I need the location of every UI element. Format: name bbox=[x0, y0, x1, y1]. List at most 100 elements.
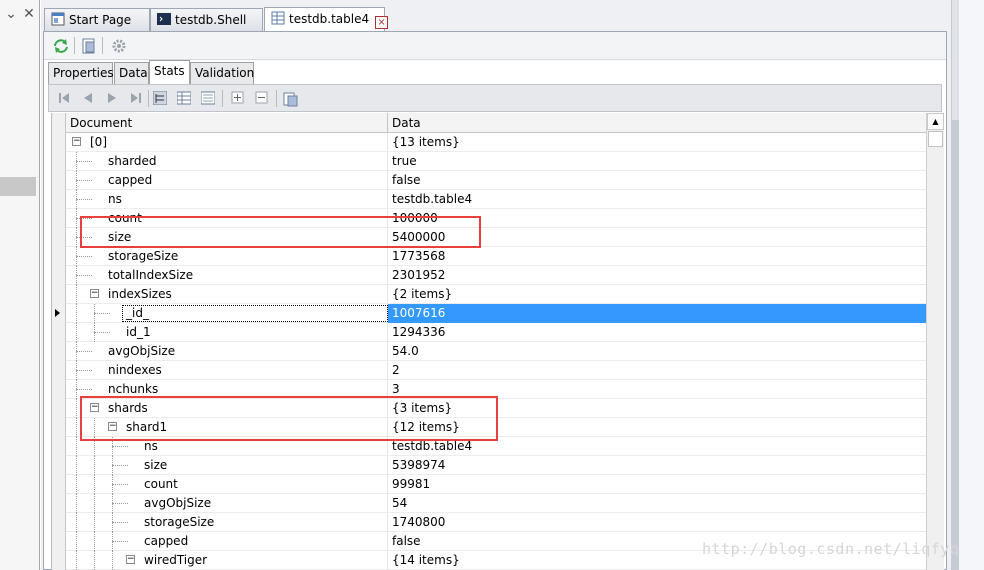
tab-data[interactable]: Data bbox=[114, 62, 149, 84]
collapse-icon[interactable]: − bbox=[126, 555, 135, 564]
grid-toolbar bbox=[48, 84, 942, 112]
row-key: size bbox=[144, 458, 168, 472]
row-key: totalIndexSize bbox=[108, 268, 194, 282]
refresh-icon[interactable] bbox=[52, 37, 70, 55]
data-cell[interactable]: 2 bbox=[388, 361, 926, 380]
settings-gear-icon[interactable] bbox=[110, 37, 128, 55]
window-scroll-thumb[interactable] bbox=[951, 120, 959, 570]
data-cell[interactable]: true bbox=[388, 152, 926, 171]
row-key: sharded bbox=[108, 154, 157, 168]
expand-all-icon[interactable] bbox=[231, 91, 245, 105]
grid-row[interactable]: count 99981 bbox=[66, 475, 926, 494]
grid-row[interactable]: − indexSizes {2 items} bbox=[66, 285, 926, 304]
document-cell[interactable]: capped bbox=[66, 532, 388, 551]
document-cell[interactable]: capped bbox=[66, 171, 388, 190]
scroll-up-arrow-icon[interactable]: ▲ bbox=[927, 113, 944, 130]
next-record-icon[interactable] bbox=[105, 91, 119, 105]
data-cell[interactable]: 54.0 bbox=[388, 342, 926, 361]
grid-row[interactable]: storageSize 1773568 bbox=[66, 247, 926, 266]
close-tab-icon[interactable]: × bbox=[375, 16, 389, 29]
row-key: storageSize bbox=[144, 515, 215, 529]
document-cell[interactable]: storageSize bbox=[66, 513, 388, 532]
grid-row[interactable]: − [0] {13 items} bbox=[66, 133, 926, 152]
document-cell[interactable]: totalIndexSize bbox=[66, 266, 388, 285]
left-panel-selected-item[interactable] bbox=[0, 177, 36, 196]
tab-stats[interactable]: Stats bbox=[149, 60, 190, 84]
data-cell[interactable]: testdb.table4 bbox=[388, 190, 926, 209]
shell-icon bbox=[157, 12, 171, 26]
table-view: Properties Data Stats Validation Documen… bbox=[43, 31, 947, 570]
data-cell[interactable]: 1007616 bbox=[388, 304, 926, 323]
grid-row[interactable]: nindexes 2 bbox=[66, 361, 926, 380]
row-key: avgObjSize bbox=[144, 496, 212, 510]
document-cell[interactable]: − wiredTiger bbox=[66, 551, 388, 570]
grid-row[interactable]: avgObjSize 54.0 bbox=[66, 342, 926, 361]
export-grid-icon[interactable] bbox=[283, 91, 298, 107]
grid-row[interactable]: _id_ 1007616 bbox=[66, 304, 926, 323]
row-key: nindexes bbox=[108, 363, 162, 377]
collapse-all-icon[interactable] bbox=[255, 91, 269, 105]
document-cell[interactable]: count bbox=[66, 475, 388, 494]
grid-row[interactable]: ns testdb.table4 bbox=[66, 190, 926, 209]
view-toolbar bbox=[44, 32, 946, 60]
first-record-icon[interactable] bbox=[57, 91, 71, 105]
data-cell[interactable]: false bbox=[388, 171, 926, 190]
document-cell[interactable]: id_1 bbox=[66, 323, 388, 342]
column-headers: Document Data bbox=[66, 113, 926, 133]
document-cell[interactable]: sharded bbox=[66, 152, 388, 171]
highlight-box-shards bbox=[80, 396, 498, 441]
start-page-icon bbox=[51, 12, 65, 26]
dropdown-arrow-icon[interactable]: ⌄ bbox=[3, 6, 19, 22]
document-cell[interactable]: _id_ bbox=[66, 304, 388, 323]
document-cell[interactable]: − [0] bbox=[66, 133, 388, 152]
tree-view-icon[interactable] bbox=[152, 90, 168, 106]
grid-row[interactable]: capped false bbox=[66, 171, 926, 190]
export-icon[interactable] bbox=[80, 37, 98, 55]
document-cell[interactable]: storageSize bbox=[66, 247, 388, 266]
document-cell[interactable]: avgObjSize bbox=[66, 342, 388, 361]
data-cell[interactable]: 2301952 bbox=[388, 266, 926, 285]
tab-testdb-shell[interactable]: testdb.Shell bbox=[150, 8, 263, 31]
document-cell[interactable]: size bbox=[66, 456, 388, 475]
data-cell[interactable]: 54 bbox=[388, 494, 926, 513]
document-cell[interactable]: − indexSizes bbox=[66, 285, 388, 304]
column-header-document[interactable]: Document bbox=[66, 113, 388, 133]
scroll-thumb[interactable] bbox=[928, 131, 943, 147]
column-header-data[interactable]: Data bbox=[388, 113, 926, 133]
tab-properties[interactable]: Properties bbox=[48, 62, 114, 84]
collapse-icon[interactable]: − bbox=[72, 137, 81, 146]
watermark: http://blog.csdn.net/liqfyq bbox=[702, 540, 960, 558]
data-cell[interactable]: {13 items} bbox=[388, 133, 926, 152]
vertical-scrollbar[interactable]: ▲ bbox=[926, 113, 944, 570]
data-cell[interactable]: 99981 bbox=[388, 475, 926, 494]
previous-record-icon[interactable] bbox=[81, 91, 95, 105]
app-window: ⌄ ✕ Start Page testdb.Shell testdb.table… bbox=[0, 0, 984, 570]
row-key: nchunks bbox=[108, 382, 159, 396]
tab-testdb-table4[interactable]: testdb.table4 × bbox=[264, 7, 389, 32]
row-key: indexSizes bbox=[108, 287, 172, 301]
grid-row[interactable]: avgObjSize 54 bbox=[66, 494, 926, 513]
grid-row[interactable]: size 5398974 bbox=[66, 456, 926, 475]
table-view-icon[interactable] bbox=[176, 91, 192, 105]
document-cell[interactable]: avgObjSize bbox=[66, 494, 388, 513]
main-area: Start Page testdb.Shell testdb.table4 × bbox=[41, 0, 951, 570]
text-view-icon[interactable] bbox=[200, 91, 216, 105]
row-key: ns bbox=[144, 439, 158, 453]
data-cell[interactable]: 1773568 bbox=[388, 247, 926, 266]
document-cell[interactable]: nindexes bbox=[66, 361, 388, 380]
collapse-icon[interactable]: − bbox=[90, 289, 99, 298]
data-cell[interactable]: {2 items} bbox=[388, 285, 926, 304]
row-key: count bbox=[144, 477, 178, 491]
data-cell[interactable]: 1294336 bbox=[388, 323, 926, 342]
grid-row[interactable]: storageSize 1740800 bbox=[66, 513, 926, 532]
data-cell[interactable]: 5398974 bbox=[388, 456, 926, 475]
grid-row[interactable]: sharded true bbox=[66, 152, 926, 171]
document-cell[interactable]: ns bbox=[66, 190, 388, 209]
close-icon[interactable]: ✕ bbox=[21, 6, 37, 22]
tab-validation[interactable]: Validation bbox=[190, 62, 254, 84]
tab-start-page[interactable]: Start Page bbox=[44, 8, 150, 31]
grid-row[interactable]: id_1 1294336 bbox=[66, 323, 926, 342]
last-record-icon[interactable] bbox=[129, 91, 143, 105]
grid-row[interactable]: totalIndexSize 2301952 bbox=[66, 266, 926, 285]
data-cell[interactable]: 1740800 bbox=[388, 513, 926, 532]
